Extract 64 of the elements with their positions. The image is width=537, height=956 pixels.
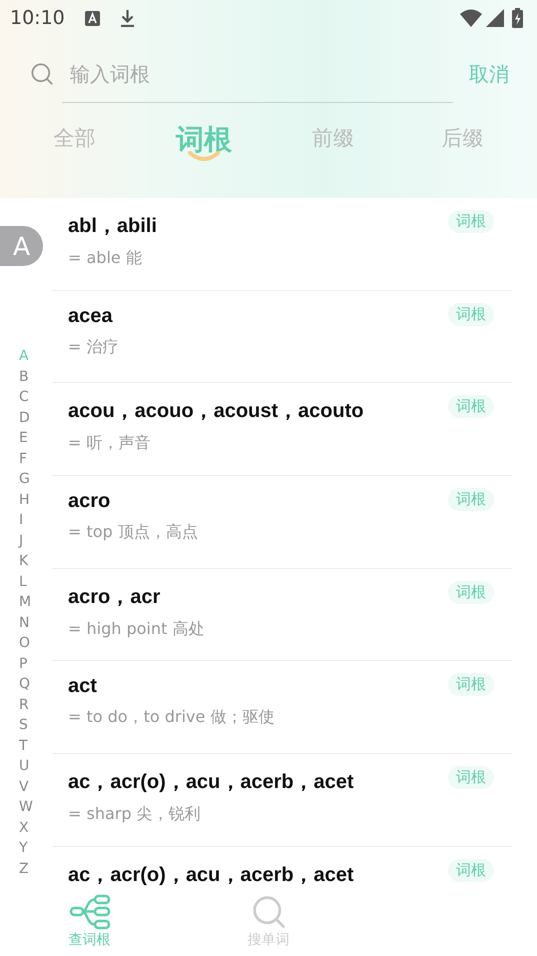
category-tab[interactable]: 全部 [30,124,120,152]
root-title: act [68,675,98,698]
index-letter[interactable]: A [0,346,52,366]
nav-tab[interactable]: 查词根 [0,890,179,956]
root-title: ac，acr(o)，acu，acerb，acet [68,862,355,888]
index-letter[interactable]: T [0,736,52,756]
root-title: acro [68,490,112,514]
index-letter[interactable]: P [0,654,52,674]
index-letter[interactable]: C [0,387,52,408]
index-letter[interactable]: D [0,408,52,428]
index-letter[interactable]: U [0,756,52,776]
type-tag: 词根 [448,488,494,512]
search-icon [30,62,54,86]
index-letter[interactable]: E [0,428,52,448]
category-tab[interactable]: 后缀 [417,124,508,152]
index-letter[interactable]: Z [0,858,52,879]
type-tag: 词根 [448,766,494,790]
root-meaning: = top 顶点，高点 [68,522,199,544]
type-tag: 词根 [448,210,494,233]
index-letter[interactable]: J [0,530,52,551]
index-letter[interactable]: K [0,551,52,572]
index-letter[interactable]: B [0,366,52,387]
root-title: acou，acouo，acoust，acouto [68,399,365,424]
status-time: 10:10 [10,7,65,29]
index-letter[interactable]: S [0,715,52,736]
index-letter[interactable]: Y [0,838,52,858]
index-letter[interactable]: F [0,448,52,469]
index-letter[interactable]: G [0,469,52,490]
battery-icon [512,8,523,28]
keyboard-icon [84,10,100,26]
index-letter[interactable]: O [0,633,52,654]
root-meaning: = 听，声音 [68,433,152,454]
index-letter[interactable]: W [0,797,52,818]
root-meaning: = sharp 尖，锐利 [68,804,202,826]
index-letter[interactable]: M [0,592,52,612]
index-letter[interactable]: X [0,818,52,838]
type-tag: 词根 [448,302,494,326]
cancel-button[interactable]: 取消 [469,60,509,88]
root-meaning: = able 能 [68,248,143,269]
root-title: acro，acr [68,584,162,610]
index-letter[interactable]: N [0,612,52,633]
tree-icon [68,894,110,930]
search-icon [250,894,286,930]
type-tag: 词根 [448,858,494,882]
letter-bubble: A [0,226,43,266]
root-meaning: = to do，to drive 做；驱使 [68,707,276,728]
type-tag: 词根 [448,580,494,604]
root-meaning: = high point 高处 [68,618,206,640]
index-letter[interactable]: V [0,776,52,797]
type-tag: 词根 [448,673,494,696]
type-tag: 词根 [448,395,494,418]
wifi-icon [460,9,482,27]
download-icon [120,9,135,27]
root-title: acea [68,304,114,328]
root-title: ac，acr(o)，acu，acerb，acet [68,770,355,796]
index-letter[interactable]: I [0,510,52,530]
index-letter[interactable]: L [0,572,52,592]
index-letter[interactable]: Q [0,674,52,694]
search-field[interactable]: 输入词根 [68,61,455,87]
root-title: abl，abili [68,214,158,239]
index-letter[interactable]: R [0,694,52,715]
signal-icon [486,9,504,27]
root-meaning: = 治疗 [68,336,120,358]
index-letter[interactable]: H [0,490,52,510]
